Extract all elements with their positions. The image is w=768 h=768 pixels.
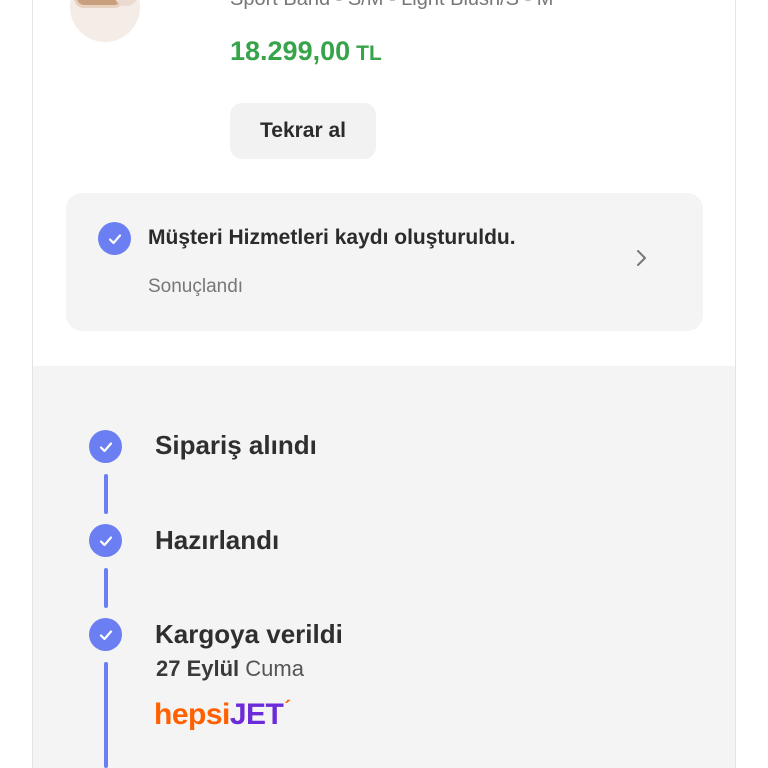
- customer-service-title: Müşteri Hizmetleri kaydı oluşturuldu.: [148, 226, 516, 249]
- check-icon: [89, 618, 122, 651]
- order-timeline: [33, 366, 735, 768]
- price-currency: TL: [356, 42, 382, 65]
- check-icon: [98, 222, 131, 255]
- check-icon: [89, 430, 122, 463]
- chevron-right-icon[interactable]: [632, 247, 652, 269]
- timeline-connector: [104, 662, 108, 768]
- rebuy-button[interactable]: Tekrar al: [230, 103, 376, 159]
- timeline-connector: [104, 474, 108, 514]
- timeline-step-label: Hazırlandı: [155, 525, 280, 555]
- shipping-date-day: 27 Eylül: [156, 656, 240, 681]
- customer-service-card[interactable]: Müşteri Hizmetleri kaydı oluşturuldu. So…: [66, 193, 703, 331]
- shipping-date-weekday: Cuma: [245, 656, 304, 681]
- timeline-step-label: Kargoya verildi: [155, 619, 343, 649]
- price-amount: 18.299,00: [230, 36, 351, 66]
- product-price: 18.299,00 TL: [230, 36, 382, 67]
- product-name[interactable]: Sport Band - S/M - Light Blush/S - M: [230, 0, 553, 11]
- check-icon: [89, 524, 122, 557]
- customer-service-status: Sonuçlandı: [148, 276, 244, 297]
- timeline-connector: [104, 568, 108, 608]
- timeline-step-label: Sipariş alındı: [155, 430, 317, 460]
- shipping-date: 27 Eylül Cuma: [156, 656, 304, 682]
- carrier-logo: hepsiJET´: [154, 698, 291, 731]
